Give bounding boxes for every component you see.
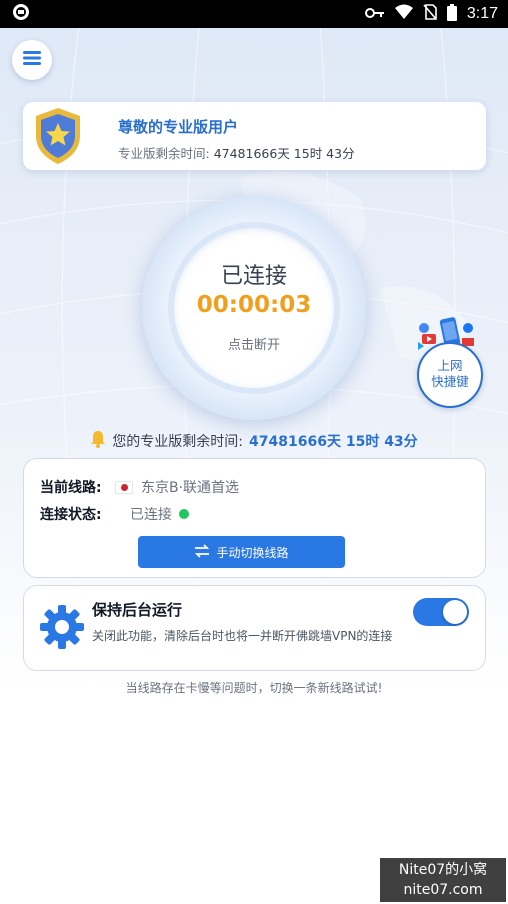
connection-state-label: 连接状态: [40, 507, 102, 523]
connected-dot-icon [179, 509, 189, 519]
pro-title: 尊敬的专业版用户 [118, 118, 239, 136]
wifi-icon [394, 4, 413, 24]
watermark-line1: Nite07的小窝 [398, 862, 488, 878]
menu-button[interactable] [12, 40, 52, 80]
key-icon [364, 5, 385, 24]
remaining-label: 您的专业版剩余时间: [112, 434, 244, 450]
gear-icon [38, 603, 86, 651]
shortcut-label-line2: 快捷键 [431, 374, 469, 389]
no-sim-icon [423, 4, 437, 24]
toggle-knob [443, 600, 467, 624]
connection-status: 已连接 [220, 264, 287, 289]
pro-user-card: 尊敬的专业版用户 专业版剩余时间: 47481666天 15时 43分 [23, 102, 486, 170]
switch-route-button[interactable]: 手动切换线路 [138, 536, 345, 568]
disconnect-label[interactable]: 点击断开 [174, 334, 334, 353]
bell-icon [90, 430, 106, 452]
remaining-time-line: 您的专业版剩余时间: 47481666天 15时 43分 [0, 430, 508, 452]
shortcut-label-line1: 上网 [437, 358, 463, 373]
route-card: 当前线路: 东京B·联通首选 连接状态: 已连接 手动切换线路 [23, 458, 486, 578]
watermark-line2: nite07.com [403, 882, 483, 898]
shortcut-label[interactable]: 上网 快捷键 [417, 358, 483, 390]
current-route-label: 当前线路: [40, 480, 102, 496]
switch-route-label: 手动切换线路 [216, 545, 289, 560]
status-bar: 3:17 [0, 0, 508, 28]
current-route-row[interactable]: 当前线路: 东京B·联通首选 [40, 477, 239, 497]
connection-timer: 00:00:03 [196, 292, 312, 318]
route-tip: 当线路存在卡慢等问题时，切换一条新线路试试! [125, 681, 383, 695]
pro-remaining-value: 47481666天 15时 43分 [213, 146, 355, 161]
connection-state-row: 连接状态: 已连接 [40, 504, 189, 524]
keep-background-card: 保持后台运行 关闭此功能，清除后台时也将一并断开佛跳墙VPN的连接 [23, 585, 486, 671]
hamburger-icon [22, 50, 42, 70]
pro-remaining-label: 专业版剩余时间: [118, 146, 210, 161]
japan-flag-icon [115, 480, 133, 494]
keep-background-title: 保持后台运行 [92, 601, 183, 619]
battery-icon [446, 3, 457, 25]
star-shield-icon [33, 106, 83, 166]
swap-icon [194, 543, 210, 561]
keep-background-description: 关闭此功能，清除后台时也将一并断开佛跳墙VPN的连接 [92, 629, 393, 643]
current-route-value: 东京B·联通首选 [141, 480, 240, 496]
connection-state-value: 已连接 [130, 507, 172, 523]
remaining-value: 47481666天 15时 43分 [249, 434, 418, 450]
pro-remaining: 专业版剩余时间: 47481666天 15时 43分 [118, 143, 355, 162]
notification-icon [12, 3, 30, 25]
watermark: Nite07的小窝 nite07.com [380, 858, 506, 902]
keep-background-toggle[interactable] [413, 598, 469, 626]
status-time: 3:17 [466, 5, 498, 22]
